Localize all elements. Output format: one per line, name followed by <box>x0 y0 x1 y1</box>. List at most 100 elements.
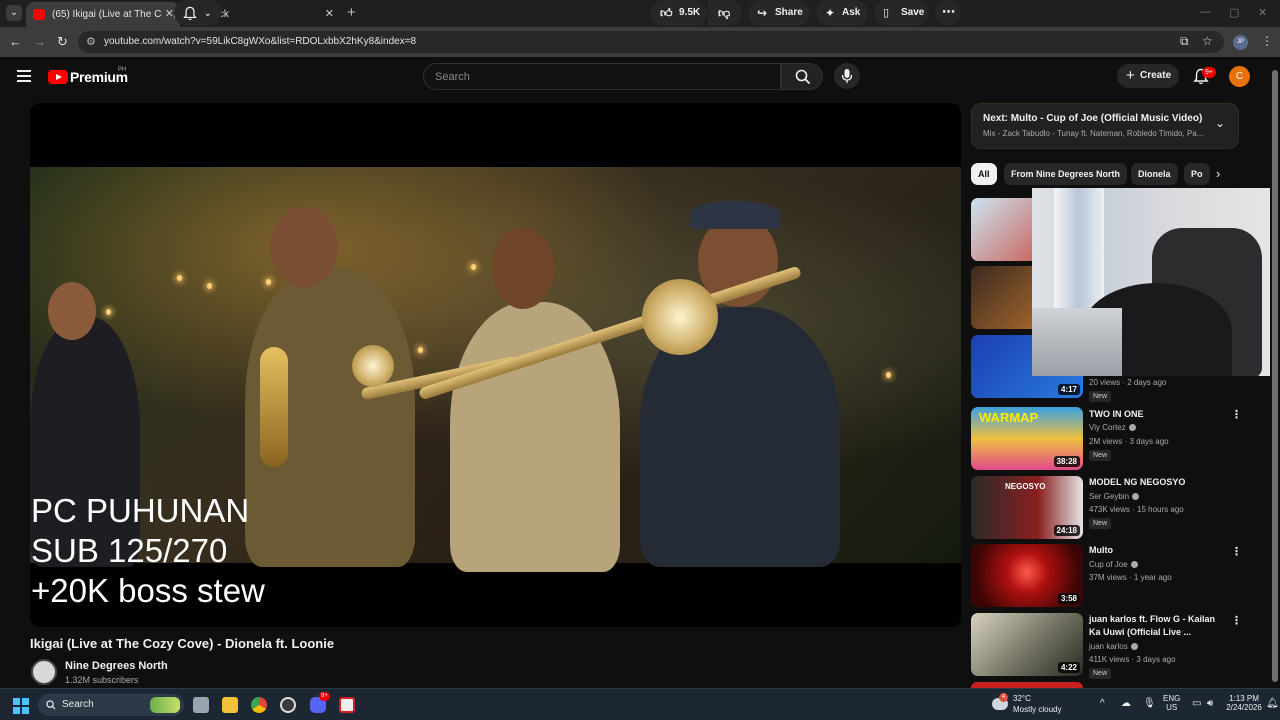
bell-icon <box>183 6 197 21</box>
thumbs-down-icon: 👎︎ <box>718 6 731 20</box>
channel-avatar[interactable] <box>31 659 57 685</box>
back-icon[interactable]: ← <box>9 34 22 49</box>
volume-icon[interactable]: 🔊︎ <box>1207 698 1213 709</box>
video-duration: 24:18 <box>1053 525 1080 536</box>
related-thumbnail[interactable]: WARMAP 38:28 <box>971 407 1083 470</box>
new-badge: New <box>1089 450 1112 461</box>
related-channel[interactable]: Viy Cortez <box>1089 423 1136 432</box>
scrollbar-thumb[interactable] <box>1272 70 1278 682</box>
related-video-title[interactable]: TWO IN ONE <box>1089 408 1224 421</box>
taskbar-search[interactable]: Search <box>38 694 184 716</box>
time: 1:13 PM <box>1229 694 1259 703</box>
related-channel[interactable]: juan karlos <box>1089 642 1138 651</box>
verified-icon <box>1130 561 1138 568</box>
url-text[interactable]: youtube.com/watch?v=59LikC8gWXo&list=RDO… <box>104 36 416 47</box>
related-video-title[interactable]: MODEL NG NEGOSYO <box>1089 476 1224 489</box>
app-icon[interactable] <box>339 697 355 713</box>
video-title: Ikigai (Live at The Cozy Cove) - Dionela… <box>30 636 335 651</box>
install-app-icon[interactable]: ⧉ <box>1180 34 1189 49</box>
guide-menu-icon[interactable] <box>17 70 31 85</box>
forward-icon[interactable]: → <box>33 34 46 49</box>
show-hidden-icons-icon[interactable]: ^ <box>1100 698 1105 709</box>
account-avatar[interactable]: C <box>1229 66 1250 87</box>
minimize-icon[interactable]: — <box>1200 6 1211 18</box>
task-view-icon[interactable] <box>193 697 209 713</box>
like-button[interactable]: 👍︎ 9.5K <box>651 0 707 26</box>
video-options-icon[interactable]: ⋮ <box>1231 408 1242 421</box>
video-meta: 2M views · 3 days ago <box>1089 437 1169 446</box>
page-scrollbar[interactable] <box>1270 60 1280 687</box>
stream-overlay-text: PC PUHUNAN SUB 125/270 +20K boss stew <box>31 491 265 611</box>
thumbnail-text: NEGOSYO <box>1005 482 1046 491</box>
save-button[interactable]: ▯ Save <box>874 0 929 26</box>
close-tab-icon[interactable]: ✕ <box>161 2 174 27</box>
related-thumbnail[interactable]: 4:22 <box>971 613 1083 676</box>
chip-partial[interactable]: Po <box>1184 163 1210 185</box>
next-video-title: Next: Multo - Cup of Joe (Official Music… <box>983 113 1203 124</box>
cloud-sync-icon[interactable]: ☁ <box>1121 698 1131 709</box>
windows-start-icon[interactable] <box>13 698 29 714</box>
verified-icon <box>1128 424 1136 431</box>
window-close-icon[interactable]: ✕ <box>1258 6 1267 19</box>
browser-menu-icon[interactable]: ⋮ <box>1261 34 1273 48</box>
tab-search-button[interactable]: ⌄ <box>6 5 22 21</box>
search-button[interactable] <box>781 63 823 90</box>
video-duration: 4:22 <box>1057 662 1080 673</box>
video-duration: 4:17 <box>1057 384 1080 395</box>
voice-search-button[interactable] <box>834 63 860 89</box>
up-next-playlist-card[interactable]: Next: Multo - Cup of Joe (Official Music… <box>971 103 1239 149</box>
video-options-icon[interactable]: ⋮ <box>1231 545 1242 558</box>
new-badge: New <box>1089 391 1112 402</box>
youtube-logo-icon[interactable] <box>48 70 68 84</box>
chrome-icon[interactable] <box>251 697 267 713</box>
more-actions-button[interactable]: ⋯ <box>935 0 961 26</box>
related-channel[interactable]: Cup of Joe <box>1089 560 1138 569</box>
chip-all[interactable]: All <box>971 163 997 185</box>
reload-icon[interactable]: ↻ <box>57 34 68 50</box>
related-video-title[interactable]: Multo <box>1089 544 1224 557</box>
video-player[interactable]: PC PUHUNAN SUB 125/270 +20K boss stew <box>30 103 961 627</box>
site-info-icon[interactable]: ⚙ <box>86 35 96 48</box>
share-button[interactable]: ↪ Share <box>748 0 810 26</box>
tab-youtube[interactable]: (65) Ikigai (Live at The Cozy Cove) ✕ <box>26 2 180 27</box>
file-explorer-icon[interactable] <box>222 697 238 713</box>
chatgpt-icon[interactable] <box>280 697 296 713</box>
close-tab-icon[interactable]: ✕ <box>325 2 334 27</box>
display-icon[interactable]: ▭ <box>1192 698 1201 709</box>
date: 2/24/2026 <box>1226 703 1262 712</box>
weather-temp[interactable]: 32°C <box>1013 694 1031 703</box>
weather-description[interactable]: Mostly cloudy <box>1013 705 1061 714</box>
related-video-title[interactable]: juan karlos ft. Flow G - Kailan Ka Uuwi … <box>1089 613 1224 639</box>
video-options-icon[interactable]: ⋮ <box>1231 614 1242 627</box>
create-button[interactable]: + Create <box>1117 64 1179 88</box>
microphone-icon[interactable]: 🎙︎ <box>1143 698 1156 709</box>
search-highlight-image <box>150 697 180 713</box>
search-input[interactable]: Search <box>423 63 781 90</box>
video-duration: 38:28 <box>1053 456 1080 467</box>
related-thumbnail[interactable]: NEGOSYO 24:18 <box>971 476 1083 539</box>
chip-from-nine-degrees-north[interactable]: From Nine Degrees North <box>1004 163 1128 185</box>
bookmark-star-icon[interactable]: ☆ <box>1202 34 1213 48</box>
related-channel[interactable]: Ser Geybin <box>1089 492 1140 501</box>
subscribed-notifications-button[interactable]: ⌄ <box>174 0 222 26</box>
subscriber-count: 1.32M subscribers <box>65 675 139 685</box>
new-tab-button[interactable]: + <box>347 4 356 21</box>
chevron-down-icon[interactable]: ⌄ <box>1215 116 1225 130</box>
maximize-icon[interactable]: ▢ <box>1229 6 1239 19</box>
language-indicator[interactable]: ENG US <box>1163 694 1180 712</box>
thumbnail-text: WARMAP <box>979 410 1039 425</box>
ask-button[interactable]: ✦ Ask <box>816 0 868 26</box>
chevron-right-icon[interactable]: › <box>1216 166 1220 181</box>
related-thumbnail[interactable]: 3:58 <box>971 544 1083 607</box>
video-meta: 473K views · 15 hours ago <box>1089 505 1184 514</box>
notifications-badge: 9+ <box>1202 67 1216 78</box>
dislike-button[interactable]: 👎︎ <box>708 0 742 26</box>
address-bar[interactable]: ⚙ youtube.com/watch?v=59LikC8gWXo&list=R… <box>78 31 1224 53</box>
notifications-icon[interactable]: 🔔︎ <box>1266 698 1279 709</box>
clock[interactable]: 1:13 PM 2/24/2026 <box>1226 694 1262 712</box>
profile-avatar[interactable]: JP <box>1233 35 1248 50</box>
channel-name[interactable]: Nine Degrees North <box>65 660 168 672</box>
discord-badge: 9+ <box>319 692 330 701</box>
chip-dionela[interactable]: Dionela <box>1131 163 1178 185</box>
youtube-favicon-icon <box>33 9 45 20</box>
